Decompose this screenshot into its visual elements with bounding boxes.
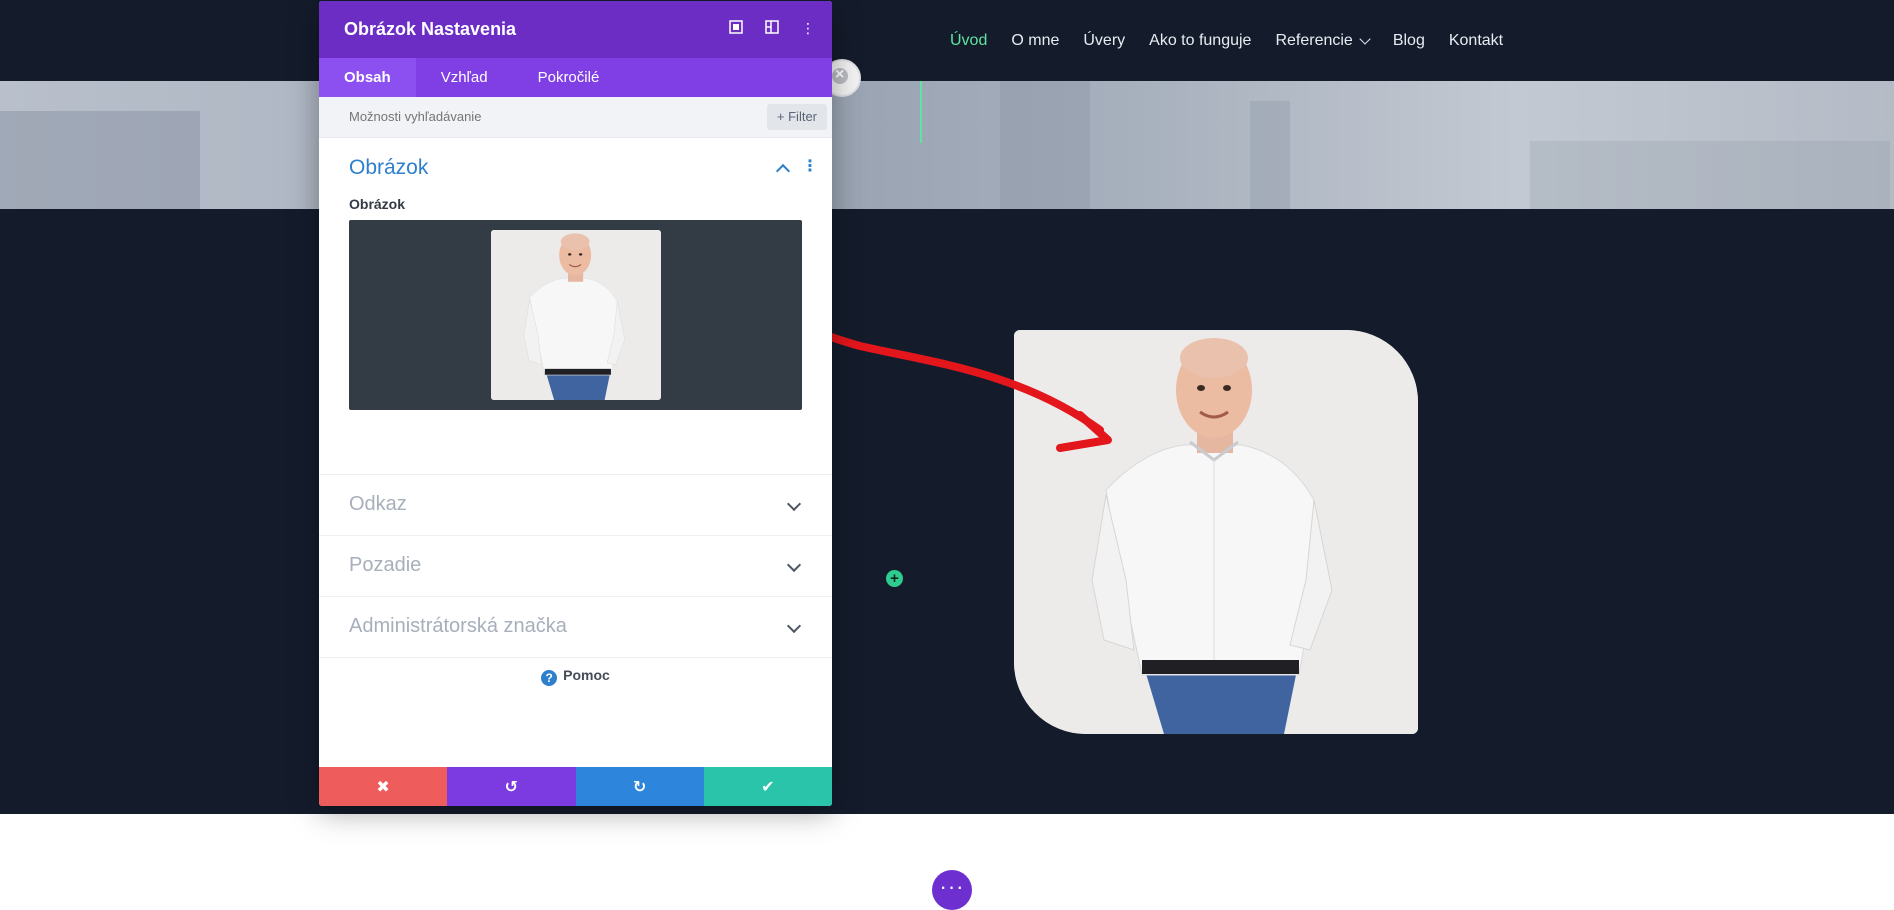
site-header: Úvod O mne Úvery Ako to funguje Referenc… (0, 0, 1894, 81)
section-administratorska-znacka[interactable]: Administrátorská značka (319, 597, 832, 658)
chevron-down-icon (786, 618, 802, 634)
tab-pokrocile[interactable]: Pokročilé (513, 58, 625, 97)
nav-item-label: Blog (1392, 31, 1425, 49)
more-icon[interactable]: ⋮ (802, 159, 818, 176)
filter-label: Filter (788, 109, 817, 124)
section-label: Administrátorská značka (349, 615, 567, 637)
chevron-down-icon (786, 557, 802, 573)
nav-item-ako-to-funguje[interactable]: Ako to funguje (1149, 32, 1251, 50)
help-link[interactable]: ? Pomoc (319, 667, 832, 686)
section-pozadie[interactable]: Pozadie (319, 536, 832, 597)
nav-item-label: Úvod (950, 31, 988, 49)
help-label: Pomoc (563, 667, 610, 683)
discard-button[interactable]: ✖ (319, 767, 448, 806)
image-upload-field[interactable] (349, 220, 802, 410)
nav-item-o-mne[interactable]: O mne (1011, 32, 1059, 50)
image-preview[interactable] (491, 230, 661, 400)
chevron-down-icon (786, 496, 802, 512)
image-settings-modal: Obrázok Nastavenia ⋮ Obsah Vzhľad Pokroč… (319, 1, 832, 806)
redo-button[interactable]: ↻ (575, 767, 704, 806)
options-search-input[interactable] (349, 97, 699, 137)
tab-obsah[interactable]: Obsah (319, 58, 416, 97)
modal-header: Obrázok Nastavenia ⋮ (319, 1, 832, 58)
modal-title: Obrázok Nastavenia (344, 19, 517, 39)
nav-item-uvod[interactable]: Úvod (950, 32, 987, 50)
main-nav: Úvod O mne Úvery Ako to funguje Referenc… (950, 0, 1527, 81)
header-actions: ⋮ (728, 20, 816, 36)
add-module-icon[interactable]: + (886, 570, 903, 587)
plus-icon: + (776, 109, 785, 124)
check-icon: ✔ (761, 778, 775, 796)
section-label: Odkaz (349, 493, 407, 515)
nav-item-kontakt[interactable]: Kontakt (1449, 32, 1503, 50)
page-settings-menu-button[interactable]: ··· (932, 870, 972, 910)
nav-item-label: O mne (1011, 31, 1060, 49)
hero-background-image (0, 81, 1894, 209)
field-label: Obrázok (349, 196, 406, 212)
nav-item-label: Úvery (1083, 31, 1126, 49)
help-icon: ? (541, 670, 558, 686)
section-divider-line (920, 81, 922, 143)
person-photo-graphic (491, 230, 661, 400)
chevron-up-icon[interactable] (775, 163, 791, 179)
filter-button[interactable]: + Filter (766, 104, 827, 130)
nav-item-blog[interactable]: Blog (1393, 32, 1425, 50)
nav-item-label: Ako to funguje (1149, 31, 1252, 49)
nav-item-label: Kontakt (1448, 31, 1504, 49)
nav-item-uvery[interactable]: Úvery (1083, 32, 1125, 50)
section-title[interactable]: Obrázok (349, 156, 802, 180)
options-search-bar: + Filter (319, 97, 832, 138)
section-label: Pozadie (349, 554, 422, 576)
modal-tabs: Obsah Vzhľad Pokročilé (319, 58, 832, 97)
fullscreen-icon[interactable] (728, 20, 744, 36)
more-icon[interactable]: ⋮ (800, 20, 816, 36)
chevron-down-icon (1359, 32, 1371, 45)
save-button[interactable]: ✔ (703, 767, 832, 806)
nav-item-referencie[interactable]: Referencie (1275, 31, 1371, 50)
close-icon: ✖ (376, 778, 390, 796)
section-tools: ⋮ (775, 159, 818, 179)
redo-icon: ↻ (632, 778, 647, 796)
undo-button[interactable]: ↺ (447, 767, 576, 806)
section-odkaz[interactable]: Odkaz (319, 475, 832, 536)
tab-vzhlad[interactable]: Vzhľad (416, 58, 513, 97)
split-view-icon[interactable] (764, 20, 780, 36)
undo-icon: ↺ (504, 778, 519, 796)
nav-item-label: Referencie (1275, 31, 1353, 49)
section-obrazok: Obrázok ⋮ Obrázok (319, 138, 832, 475)
modal-footer: ✖ ↺ ↻ ✔ (319, 767, 832, 806)
